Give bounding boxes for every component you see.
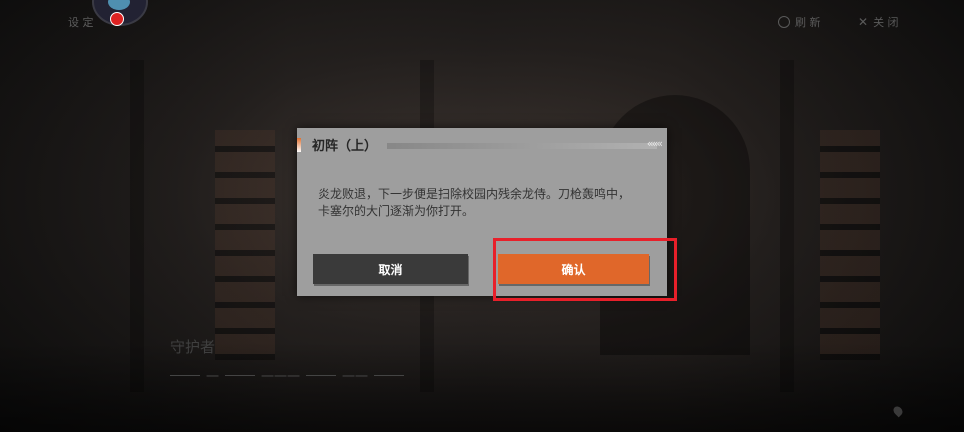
refresh-icon (778, 16, 790, 28)
divider (170, 375, 200, 376)
cancel-button[interactable]: 取消 (313, 254, 468, 284)
double-chevron-icon: ««« (646, 137, 663, 150)
divider (225, 375, 256, 376)
background-shelf (215, 130, 275, 360)
refresh-button[interactable]: 刷 新 (778, 14, 821, 30)
header-stripe (387, 143, 657, 149)
confirm-button[interactable]: 确认 (498, 254, 649, 284)
background-text: 一 (206, 370, 220, 385)
dialog-message-line: 卡塞尔的大门逐渐为你打开。 (318, 204, 475, 218)
notification-dot (110, 12, 124, 26)
background-text: 一一一 (261, 370, 301, 385)
divider (306, 375, 337, 376)
dialog-header: 初阵（上） ««« (297, 135, 667, 155)
background-text: 一一 (342, 370, 369, 385)
settings-label[interactable]: 设 定 (68, 14, 94, 30)
close-button[interactable]: ✕ 关 闭 (858, 14, 899, 30)
background-subtitle: 一 一一一 一一 (170, 366, 405, 385)
top-bar: 设 定 刷 新 ✕ 关 闭 (0, 0, 964, 40)
divider (374, 375, 405, 376)
close-icon: ✕ (858, 15, 869, 29)
background-title: 守护者 (170, 338, 216, 356)
refresh-label: 刷 新 (795, 16, 821, 29)
dialog-message-line: 炎龙败退，下一步便是扫除校园内残余龙侍。刀枪轰鸣中， (318, 187, 631, 201)
confirm-dialog: 初阵（上） ««« 炎龙败退，下一步便是扫除校园内残余龙侍。刀枪轰鸣中， 卡塞尔… (297, 128, 667, 296)
close-label: 关 闭 (873, 16, 899, 29)
header-accent (297, 138, 301, 152)
dialog-message: 炎龙败退，下一步便是扫除校园内残余龙侍。刀枪轰鸣中， 卡塞尔的大门逐渐为你打开。 (318, 186, 648, 220)
background-shelf (820, 130, 880, 360)
dialog-title: 初阵（上） (312, 139, 378, 154)
background-floor (0, 342, 964, 432)
